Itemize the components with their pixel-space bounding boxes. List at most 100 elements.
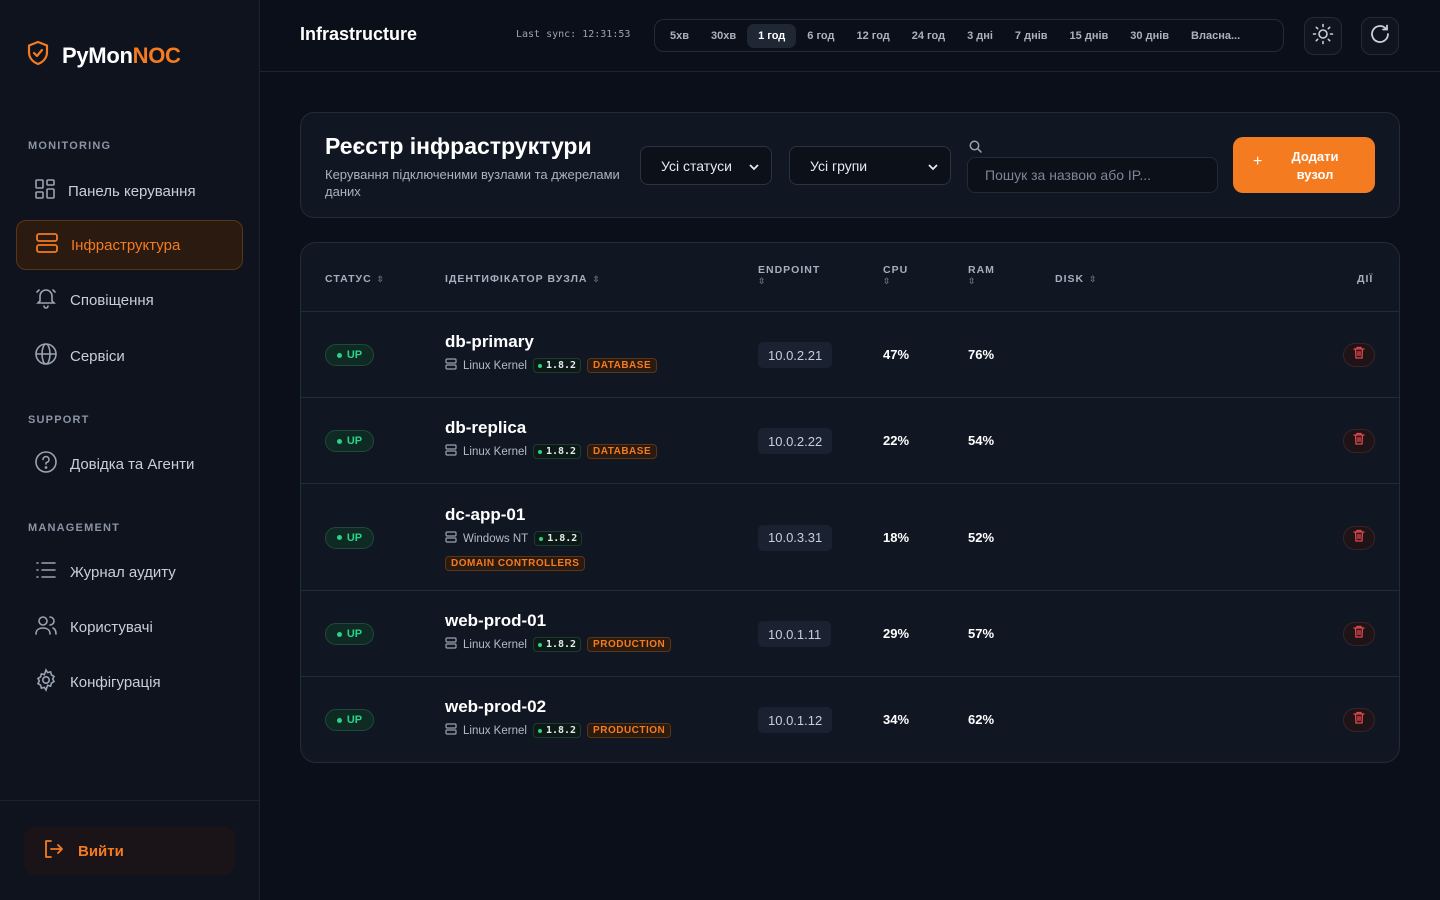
column-header-cpu[interactable]: CPU ⇳ xyxy=(883,264,908,287)
delete-node-button[interactable] xyxy=(1343,622,1375,646)
cpu-value: 18% xyxy=(883,529,910,545)
ram-value: 57% xyxy=(968,626,995,641)
time-range-option[interactable]: 12 год xyxy=(845,24,900,48)
group-tag: DATABASE xyxy=(587,358,658,373)
table-row[interactable]: UP web-prod-01 Linux Kernel 1.8.2 PRODUCT… xyxy=(301,591,1399,677)
time-range-option[interactable]: 15 днів xyxy=(1059,24,1120,48)
ram-value: 62% xyxy=(968,712,995,727)
globe-icon xyxy=(34,342,58,370)
agent-version-badge: 1.8.2 xyxy=(532,358,582,373)
column-header-node[interactable]: ІДЕНТИФІКАТОР ВУЗЛА ⇳ xyxy=(445,273,601,285)
refresh-button[interactable] xyxy=(1361,17,1399,55)
users-icon xyxy=(34,613,58,641)
sidebar-item-label: Користувачі xyxy=(70,618,153,636)
search-input[interactable] xyxy=(967,157,1218,193)
time-range-option[interactable]: 7 днів xyxy=(1004,24,1059,48)
sidebar-item-audit-log[interactable]: Журнал аудиту xyxy=(16,547,243,597)
add-node-label: Додати вузол xyxy=(1291,149,1339,182)
sidebar-item-label: Сповіщення xyxy=(70,291,154,309)
help-icon xyxy=(34,450,58,478)
time-range-option[interactable]: 3 дні xyxy=(956,24,1004,48)
ram-value: 54% xyxy=(968,433,995,448)
delete-node-button[interactable] xyxy=(1343,429,1375,453)
node-name[interactable]: web-prod-02 xyxy=(445,697,546,717)
chevron-down-icon xyxy=(749,158,759,174)
node-meta: Linux Kernel 1.8.2 PRODUCTION xyxy=(445,723,672,738)
sidebar-item-users[interactable]: Користувачі xyxy=(16,602,243,652)
column-header-endpoint[interactable]: ENDPOINT ⇳ xyxy=(758,264,820,287)
sidebar-item-label: Довідка та Агенти xyxy=(70,455,195,473)
sidebar-item-configuration[interactable]: Конфігурація xyxy=(16,657,243,707)
sort-icon: ⇳ xyxy=(883,276,892,286)
group-tag: PRODUCTION xyxy=(587,723,672,738)
cpu-value: 47% xyxy=(883,347,910,362)
time-range-option[interactable]: 24 год xyxy=(901,24,956,48)
sidebar-item-help[interactable]: Довідка та Агенти xyxy=(16,439,243,489)
logout-icon xyxy=(42,838,64,864)
time-range-option[interactable]: 30хв xyxy=(700,24,747,48)
node-name[interactable]: web-prod-01 xyxy=(445,611,546,631)
sort-icon: ⇳ xyxy=(592,274,602,284)
sun-icon xyxy=(1312,23,1334,50)
brand-name: PyMonNOC xyxy=(62,42,181,68)
node-meta: Linux Kernel 1.8.2 DATABASE xyxy=(445,358,658,373)
delete-node-button[interactable] xyxy=(1343,343,1375,367)
version-status-dot xyxy=(537,363,542,368)
delete-node-button[interactable] xyxy=(1343,525,1375,550)
group-filter-select[interactable]: Усі групи xyxy=(789,146,951,185)
group-filter-value: Усі групи xyxy=(810,157,868,174)
time-range-option[interactable]: 30 днів xyxy=(1119,24,1180,48)
time-range-option[interactable]: Власна... xyxy=(1180,24,1251,48)
node-os: Linux Kernel xyxy=(463,638,527,651)
bell-icon xyxy=(34,286,58,314)
last-sync-text: Last sync: 12:31:53 xyxy=(516,29,631,40)
time-range-option[interactable]: 5хв xyxy=(659,24,700,48)
table-row[interactable]: UP dc-app-01 Windows NT 1.8.2 DOMAIN CONT… xyxy=(301,484,1399,591)
sidebar-item-label: Панель керування xyxy=(68,182,196,200)
section-management: MANAGEMENT xyxy=(28,522,121,534)
node-os: Linux Kernel xyxy=(463,445,527,458)
section-monitoring: MONITORING xyxy=(28,140,112,152)
column-header-status[interactable]: СТАТУС ⇳ xyxy=(325,273,385,285)
version-status-dot xyxy=(537,642,542,647)
node-name[interactable]: db-replica xyxy=(445,418,526,438)
node-meta: Linux Kernel 1.8.2 DATABASE xyxy=(445,444,658,459)
agent-version-badge: 1.8.2 xyxy=(532,637,582,652)
trash-icon xyxy=(1353,432,1365,450)
shield-icon xyxy=(26,40,50,71)
add-node-button[interactable]: + Додати вузол xyxy=(1233,137,1375,193)
cpu-value: 22% xyxy=(883,433,910,448)
status-badge: UP xyxy=(325,623,374,645)
time-range-option[interactable]: 1 год xyxy=(747,23,797,48)
logout-label: Вийти xyxy=(78,842,124,860)
status-badge: UP xyxy=(325,709,374,731)
group-tag: DATABASE xyxy=(587,444,658,459)
status-dot xyxy=(336,717,342,723)
server-icon xyxy=(445,723,457,738)
section-support: SUPPORT xyxy=(28,414,90,426)
status-filter-select[interactable]: Усі статуси xyxy=(640,146,772,185)
table-row[interactable]: UP db-primary Linux Kernel 1.8.2 DATABASE… xyxy=(301,312,1399,398)
node-name[interactable]: db-primary xyxy=(445,332,534,352)
logout-button[interactable]: Вийти xyxy=(24,827,235,875)
cpu-value: 29% xyxy=(883,626,910,641)
time-range-option[interactable]: 6 год xyxy=(796,24,845,48)
delete-node-button[interactable] xyxy=(1343,708,1375,732)
version-status-dot xyxy=(539,536,544,541)
sidebar-item-infrastructure[interactable]: Інфраструктура xyxy=(16,220,243,270)
brand-logo[interactable]: PyMonNOC xyxy=(26,40,181,71)
column-header-ram[interactable]: RAM ⇳ xyxy=(968,264,995,287)
sidebar-item-alerts[interactable]: Сповіщення xyxy=(16,275,243,325)
theme-toggle-button[interactable] xyxy=(1304,17,1342,55)
sidebar-item-services[interactable]: Сервіси xyxy=(16,331,243,381)
server-icon xyxy=(445,358,457,373)
table-row[interactable]: UP web-prod-02 Linux Kernel 1.8.2 PRODUCT… xyxy=(301,677,1399,762)
sort-icon: ⇳ xyxy=(376,274,386,284)
trash-icon xyxy=(1353,346,1365,364)
sidebar-item-dashboard[interactable]: Панель керування xyxy=(16,166,243,216)
status-dot xyxy=(336,631,342,637)
table-row[interactable]: UP db-replica Linux Kernel 1.8.2 DATABASE… xyxy=(301,398,1399,484)
server-icon xyxy=(35,232,59,258)
node-name[interactable]: dc-app-01 xyxy=(445,505,525,525)
column-header-disk[interactable]: DISK ⇳ xyxy=(1055,273,1098,285)
